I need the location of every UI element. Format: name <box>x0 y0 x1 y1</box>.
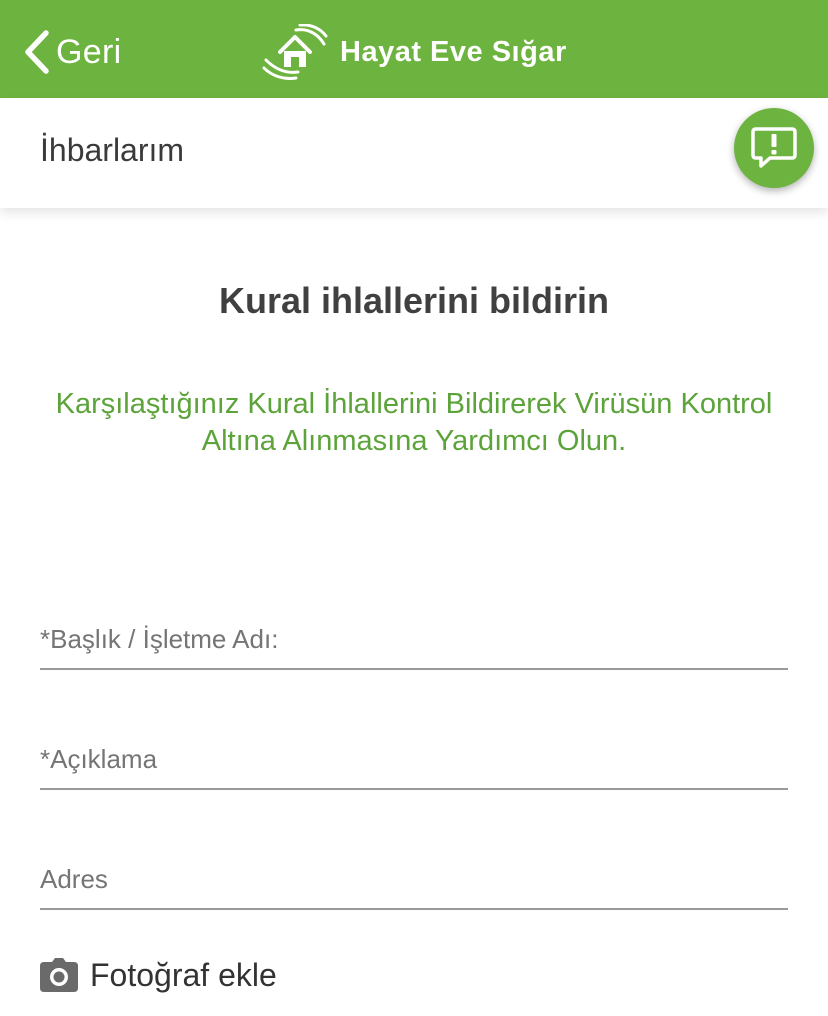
report-button[interactable] <box>734 108 814 188</box>
address-field <box>40 850 788 910</box>
back-label: Geri <box>56 32 122 71</box>
add-photo-button[interactable]: Fotoğraf ekle <box>40 950 277 1000</box>
back-button[interactable]: Geri <box>22 28 121 76</box>
description-field <box>40 730 788 790</box>
page-title: İhbarlarım <box>40 132 185 168</box>
report-bubble-icon <box>751 127 797 168</box>
brand: Hayat Eve Sığar <box>262 24 567 80</box>
brand-name: Hayat Eve Sığar <box>340 35 567 68</box>
address-input[interactable] <box>40 850 788 908</box>
title-field <box>40 610 788 670</box>
subheader: İhbarlarım <box>0 98 828 208</box>
add-photo-label: Fotoğraf ekle <box>90 956 277 993</box>
top-navigation-bar: Geri Hayat Eve Sığar <box>0 0 828 98</box>
house-hands-icon <box>262 24 328 80</box>
camera-icon <box>40 958 78 992</box>
description-input[interactable] <box>40 730 788 788</box>
title-input[interactable] <box>40 610 788 668</box>
chevron-left-icon <box>25 30 49 74</box>
section-heading: Kural ihlallerini bildirin <box>218 280 610 321</box>
section-description: Karşılaştığınız Kural İhlallerini Bildir… <box>55 388 773 457</box>
